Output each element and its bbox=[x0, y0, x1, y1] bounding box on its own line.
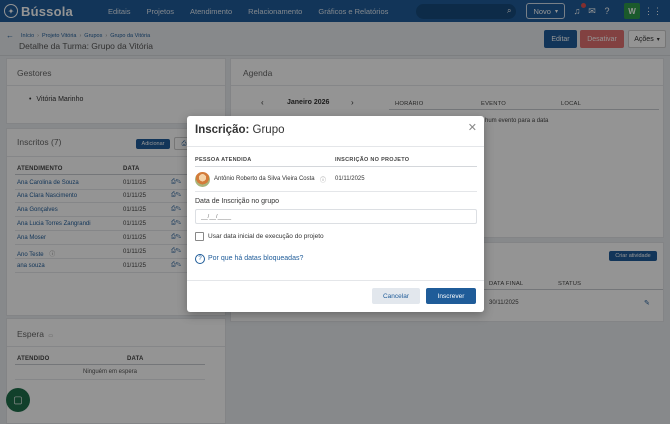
date-field-label: Data de Inscrição no grupo bbox=[195, 198, 280, 205]
modal-title: Inscrição: Grupo bbox=[195, 124, 285, 136]
enrollment-date-input[interactable] bbox=[195, 209, 477, 224]
checkbox-label: Usar data inicial de execução do projeto bbox=[208, 233, 324, 240]
modal-title-rest: Grupo bbox=[249, 124, 285, 136]
person-avatar bbox=[195, 172, 210, 187]
close-icon[interactable]: ✕ bbox=[468, 121, 477, 134]
modal-row-divider bbox=[195, 191, 477, 192]
inscricao-modal: Inscrição: Grupo ✕ PESSOA ATENDIDA INSCR… bbox=[187, 116, 484, 312]
info-icon[interactable]: ⓘ bbox=[320, 175, 326, 184]
use-start-date-checkbox[interactable] bbox=[195, 232, 204, 241]
blocked-dates-help-link[interactable]: Por que há datas bloqueadas? bbox=[208, 255, 303, 262]
person-name: Antônio Roberto da Silva Vieira Costa bbox=[214, 176, 315, 182]
modal-header-divider bbox=[187, 146, 484, 147]
column-header: INSCRIÇÃO NO PROJETO bbox=[335, 157, 410, 163]
modal-title-bold: Inscrição: bbox=[195, 124, 250, 136]
question-circle-icon[interactable]: ? bbox=[195, 254, 205, 264]
modal-table-header-line bbox=[195, 166, 477, 167]
column-header: PESSOA ATENDIDA bbox=[195, 157, 252, 163]
inscrever-button[interactable]: Inscrever bbox=[426, 288, 476, 304]
project-enrollment-date: 01/11/2025 bbox=[335, 176, 365, 182]
cancel-button[interactable]: Cancelar bbox=[372, 288, 420, 304]
modal-footer-divider bbox=[187, 280, 484, 281]
